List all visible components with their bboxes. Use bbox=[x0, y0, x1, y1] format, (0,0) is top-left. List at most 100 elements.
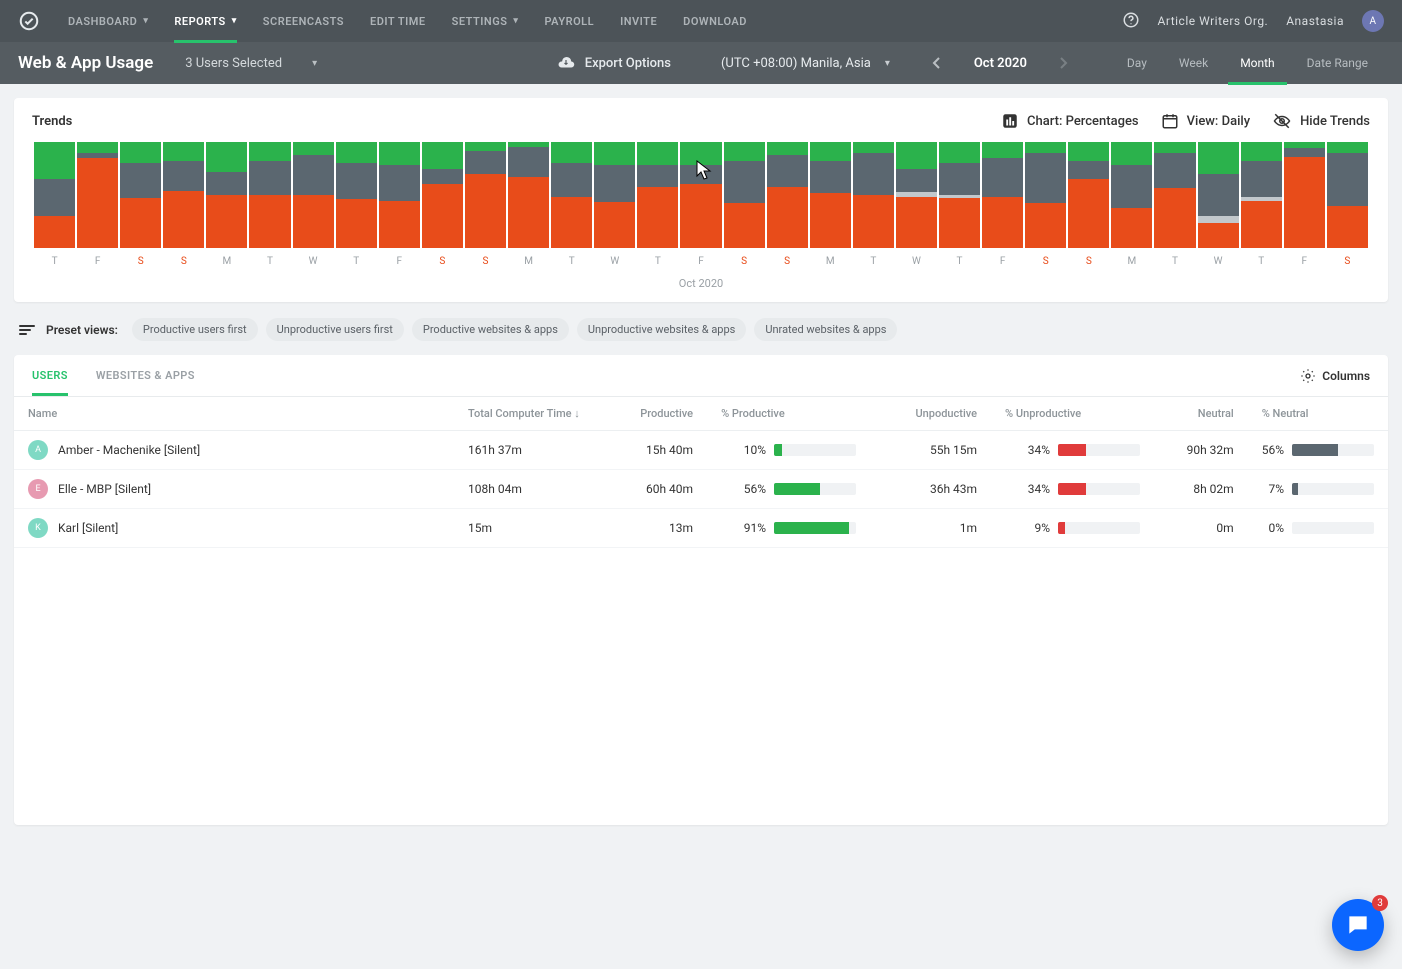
nav-item-download[interactable]: DOWNLOAD bbox=[683, 15, 747, 28]
col--neutral[interactable]: % Neutral bbox=[1248, 397, 1388, 431]
bar-day-10[interactable] bbox=[465, 142, 506, 248]
nav-item-edit-time[interactable]: EDIT TIME bbox=[370, 15, 426, 28]
bar-day-3[interactable] bbox=[163, 142, 204, 248]
nav-item-dashboard[interactable]: DASHBOARD▾ bbox=[68, 15, 148, 28]
help-icon[interactable] bbox=[1122, 11, 1140, 32]
table-row[interactable]: EElle - MBP [Silent]108h 04m60h 40m56%36… bbox=[14, 470, 1388, 509]
bar-day-16[interactable] bbox=[724, 142, 765, 248]
day-label: F bbox=[982, 256, 1023, 267]
nav-item-invite[interactable]: INVITE bbox=[620, 15, 657, 28]
preset-unproductive-users-first[interactable]: Unproductive users first bbox=[266, 318, 404, 341]
bar-day-28[interactable] bbox=[1241, 142, 1282, 248]
bar-day-23[interactable] bbox=[1025, 142, 1066, 248]
cell-punp: 34% bbox=[991, 470, 1154, 509]
bar-day-14[interactable] bbox=[637, 142, 678, 248]
chat-bubble[interactable]: 3 bbox=[1332, 899, 1384, 951]
current-date: Oct 2020 bbox=[974, 56, 1027, 71]
preset-unproductive-websites-apps[interactable]: Unproductive websites & apps bbox=[577, 318, 746, 341]
nav-item-screencasts[interactable]: SCREENCASTS bbox=[263, 15, 344, 28]
preset-productive-users-first[interactable]: Productive users first bbox=[132, 318, 258, 341]
progress-unp bbox=[1058, 444, 1140, 456]
col-total-computer-time[interactable]: Total Computer Time ↓ bbox=[454, 397, 599, 431]
bar-day-12[interactable] bbox=[551, 142, 592, 248]
user-name[interactable]: Anastasia bbox=[1286, 14, 1344, 28]
period-month[interactable]: Month bbox=[1224, 42, 1290, 84]
period-date-range[interactable]: Date Range bbox=[1291, 42, 1384, 84]
cell-pprod: 56% bbox=[707, 470, 870, 509]
export-options[interactable]: Export Options bbox=[557, 54, 671, 72]
bar-day-4[interactable] bbox=[206, 142, 247, 248]
nav-item-reports[interactable]: REPORTS▾ bbox=[174, 15, 236, 43]
bar-day-2[interactable] bbox=[120, 142, 161, 248]
cell-pprod: 91% bbox=[707, 509, 870, 548]
col-unpoductive[interactable]: Unpoductive bbox=[870, 397, 991, 431]
bar-day-29[interactable] bbox=[1284, 142, 1325, 248]
chart-subtitle: Oct 2020 bbox=[32, 277, 1370, 290]
col-productive[interactable]: Productive bbox=[599, 397, 707, 431]
trends-chart[interactable]: TFSSMTWTFSSMTWTFSSMTWTFSSMTWTFS Oct 2020 bbox=[32, 142, 1370, 290]
tab-users[interactable]: USERS bbox=[32, 355, 68, 396]
cell-pprod: 10% bbox=[707, 431, 870, 470]
bar-day-9[interactable] bbox=[422, 142, 463, 248]
bar-day-15[interactable] bbox=[680, 142, 721, 248]
table-row[interactable]: AAmber - Machenike [Silent]161h 37m15h 4… bbox=[14, 431, 1388, 470]
preset-productive-websites-apps[interactable]: Productive websites & apps bbox=[412, 318, 569, 341]
period-week[interactable]: Week bbox=[1163, 42, 1224, 84]
avatar: A bbox=[28, 440, 48, 460]
bar-day-20[interactable] bbox=[896, 142, 937, 248]
day-label: M bbox=[1111, 256, 1152, 267]
bar-day-22[interactable] bbox=[982, 142, 1023, 248]
nav-item-settings[interactable]: SETTINGS▾ bbox=[452, 15, 519, 28]
hide-trends-button[interactable]: Hide Trends bbox=[1272, 112, 1370, 130]
col-neutral[interactable]: Neutral bbox=[1154, 397, 1248, 431]
avatar: E bbox=[28, 479, 48, 499]
bar-day-26[interactable] bbox=[1154, 142, 1195, 248]
export-label: Export Options bbox=[585, 56, 671, 71]
bar-day-27[interactable] bbox=[1198, 142, 1239, 248]
tab-websites-apps[interactable]: WEBSITES & APPS bbox=[96, 355, 195, 396]
day-label: W bbox=[594, 256, 635, 267]
period-day[interactable]: Day bbox=[1111, 42, 1163, 84]
sort-icon bbox=[18, 323, 36, 337]
day-label: M bbox=[206, 256, 247, 267]
chart-mode-button[interactable]: Chart: Percentages bbox=[1001, 112, 1139, 130]
cell-tct: 15m bbox=[454, 509, 599, 548]
col--productive[interactable]: % Productive bbox=[707, 397, 870, 431]
prev-period-button[interactable] bbox=[924, 42, 950, 84]
bar-day-21[interactable] bbox=[939, 142, 980, 248]
avatar[interactable]: A bbox=[1362, 10, 1384, 32]
nav-item-payroll[interactable]: PAYROLL bbox=[544, 15, 594, 28]
table-row[interactable]: KKarl [Silent]15m13m91%1m9%0m0% bbox=[14, 509, 1388, 548]
bar-day-0[interactable] bbox=[34, 142, 75, 248]
day-label: T bbox=[551, 256, 592, 267]
bar-day-19[interactable] bbox=[853, 142, 894, 248]
col-name[interactable]: Name bbox=[14, 397, 454, 431]
bar-day-1[interactable] bbox=[77, 142, 118, 248]
users-selector[interactable]: 3 Users Selected ▾ bbox=[185, 56, 317, 71]
bar-day-8[interactable] bbox=[379, 142, 420, 248]
day-label: T bbox=[34, 256, 75, 267]
bar-day-11[interactable] bbox=[508, 142, 549, 248]
timezone-selector[interactable]: (UTC +08:00) Manila, Asia ▾ bbox=[721, 56, 890, 71]
hide-trends-label: Hide Trends bbox=[1300, 114, 1370, 129]
bar-day-6[interactable] bbox=[293, 142, 334, 248]
cell-punp: 9% bbox=[991, 509, 1154, 548]
columns-button[interactable]: Columns bbox=[1300, 368, 1370, 384]
day-label: M bbox=[508, 256, 549, 267]
day-label: T bbox=[1154, 256, 1195, 267]
cell-prod: 60h 40m bbox=[599, 470, 707, 509]
col--unproductive[interactable]: % Unproductive bbox=[991, 397, 1154, 431]
bar-day-24[interactable] bbox=[1068, 142, 1109, 248]
cell-punp: 34% bbox=[991, 431, 1154, 470]
next-period-button[interactable] bbox=[1051, 42, 1077, 84]
bar-day-7[interactable] bbox=[336, 142, 377, 248]
bar-day-18[interactable] bbox=[810, 142, 851, 248]
org-name[interactable]: Article Writers Org. bbox=[1158, 14, 1269, 28]
bar-day-5[interactable] bbox=[249, 142, 290, 248]
bar-day-30[interactable] bbox=[1327, 142, 1368, 248]
bar-day-17[interactable] bbox=[767, 142, 808, 248]
view-mode-button[interactable]: View: Daily bbox=[1161, 112, 1250, 130]
preset-unrated-websites-apps[interactable]: Unrated websites & apps bbox=[754, 318, 897, 341]
bar-day-13[interactable] bbox=[594, 142, 635, 248]
bar-day-25[interactable] bbox=[1111, 142, 1152, 248]
